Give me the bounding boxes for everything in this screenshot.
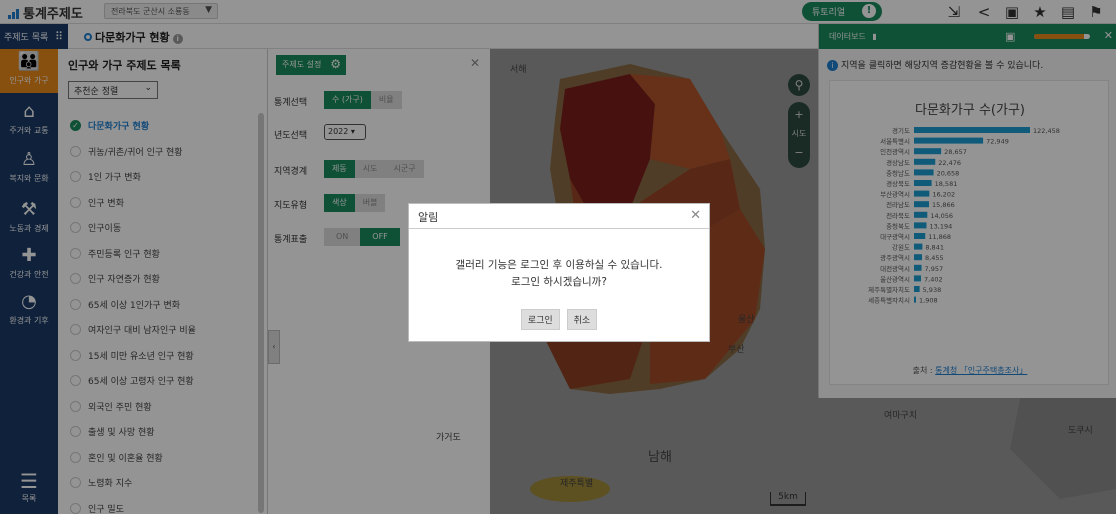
cancel-button[interactable]: 취소: [566, 309, 598, 330]
close-icon[interactable]: ✕: [690, 208, 701, 223]
alert-dialog: 알림 ✕ 갤러리 기능은 로그인 후 이용하실 수 있습니다. 로그인 하시겠습…: [408, 203, 710, 342]
dialog-buttons: 로그인 취소: [409, 309, 709, 330]
login-button[interactable]: 로그인: [520, 309, 560, 330]
dialog-message: 갤러리 기능은 로그인 후 이용하실 수 있습니다. 로그인 하시겠습니까?: [409, 257, 709, 291]
dialog-message-line: 로그인 하시겠습니까?: [511, 276, 607, 288]
dialog-title: 알림: [418, 211, 439, 224]
dialog-message-line: 갤러리 기능은 로그인 후 이용하실 수 있습니다.: [455, 259, 663, 271]
dialog-header: 알림: [409, 204, 709, 229]
